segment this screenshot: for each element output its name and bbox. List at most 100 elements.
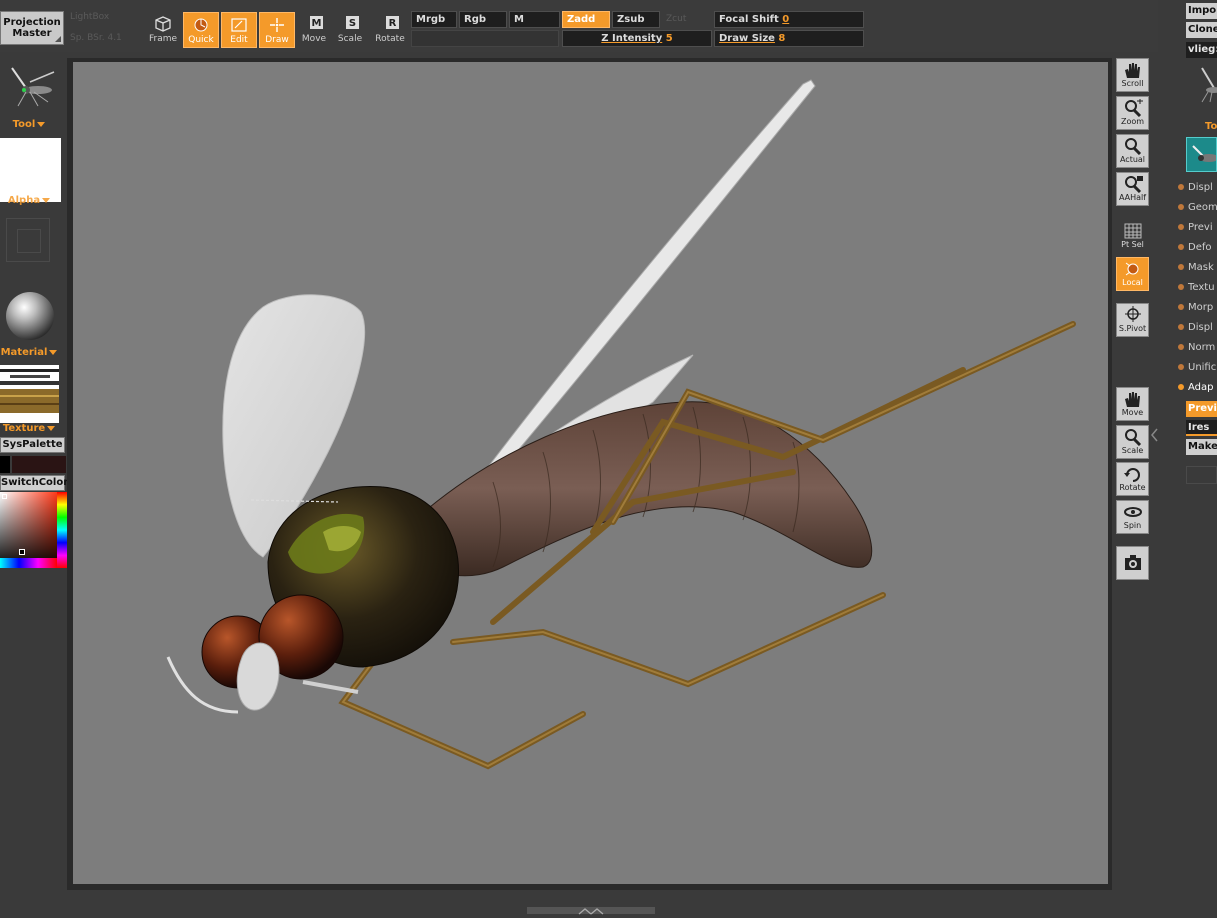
clone-button[interactable]: Clone — [1186, 22, 1217, 38]
alpha-swatch[interactable] — [0, 138, 61, 202]
right-tool-thumbnail[interactable] — [1186, 64, 1217, 106]
active-subtool-thumbnail[interactable] — [1186, 137, 1217, 172]
palette-item-preview[interactable]: Previ — [1178, 221, 1217, 235]
snapshot-button[interactable] — [1116, 546, 1149, 580]
draw-button[interactable]: Draw — [259, 12, 295, 48]
import-button[interactable]: Impo — [1186, 3, 1217, 19]
actual-button[interactable]: Actual — [1116, 134, 1149, 168]
material-menu[interactable]: Material — [0, 347, 58, 358]
panel-collapse-handle[interactable] — [1150, 420, 1158, 450]
m-button[interactable]: M — [509, 11, 560, 28]
focal-shift-slider[interactable]: Focal Shift 0 — [714, 11, 864, 28]
local-button[interactable]: Local — [1116, 257, 1149, 291]
edit-icon — [231, 18, 247, 32]
material-sphere-icon — [6, 292, 54, 340]
syspalette-button[interactable]: SysPalette — [0, 437, 65, 453]
corner-indicator — [55, 36, 61, 42]
z-intensity-value: 5 — [665, 33, 673, 44]
ires-slider[interactable]: Ires — [1186, 420, 1217, 436]
svg-text:R: R — [389, 18, 397, 29]
zadd-button[interactable]: Zadd — [562, 11, 610, 28]
palette-item-unified-skin[interactable]: Unific — [1178, 361, 1217, 375]
chevron-down-icon — [37, 121, 46, 127]
tool-menu[interactable]: Tool — [0, 119, 58, 130]
sv-cursor — [2, 494, 7, 499]
quick-button[interactable]: Quick — [183, 12, 219, 48]
camera-icon — [1124, 555, 1141, 570]
texture-thumbnail[interactable] — [0, 365, 59, 423]
zcut-faint: Zcut — [666, 14, 687, 24]
z-intensity-slider[interactable]: Z Intensity 5 — [562, 30, 712, 47]
bullet-icon — [1178, 204, 1184, 210]
pivot-icon — [1124, 306, 1141, 322]
mosquito-thumbnail-icon — [1201, 67, 1217, 103]
bullet-icon — [1178, 284, 1184, 290]
bullet-icon — [1178, 224, 1184, 230]
color-picker-sv-area[interactable] — [0, 492, 57, 568]
stroke-thumbnail-disabled — [6, 218, 50, 262]
zoom-icon — [1124, 429, 1141, 446]
tool-thumbnail[interactable] — [4, 62, 62, 114]
hand-icon — [1124, 63, 1140, 78]
palette-item-texture[interactable]: Textu — [1178, 281, 1217, 295]
rotate-button[interactable]: R Rotate — [372, 12, 408, 48]
rotate-view-button[interactable]: Rotate — [1116, 462, 1149, 496]
chevron-down-icon — [47, 425, 56, 431]
bullet-icon — [1178, 344, 1184, 350]
palette-item-adaptive-skin[interactable]: Adap — [1178, 381, 1217, 395]
s-pivot-button[interactable]: S.Pivot — [1116, 303, 1149, 337]
texture-menu[interactable]: Texture — [0, 423, 58, 434]
draw-size-slider[interactable]: Draw Size 8 — [714, 30, 864, 47]
tool-name-field[interactable]: vlieg: — [1186, 42, 1217, 58]
alpha-menu[interactable]: Alpha — [0, 195, 58, 206]
draw-size-value: 8 — [778, 33, 786, 44]
rgb-button[interactable]: Rgb — [459, 11, 507, 28]
palette-item-morph[interactable]: Morp — [1178, 301, 1217, 315]
frame-button[interactable]: Frame — [145, 12, 181, 48]
palette-item-displacement[interactable]: Displ — [1178, 321, 1217, 335]
scale-view-button[interactable]: Scale — [1116, 425, 1149, 459]
svg-text:M: M — [312, 18, 322, 29]
zoom-button[interactable]: Zoom — [1116, 96, 1149, 130]
spin-icon — [1123, 507, 1142, 517]
move-button[interactable]: M Move — [296, 12, 332, 48]
lightbox-faint-1: LightBox — [70, 12, 110, 22]
actual-icon — [1124, 138, 1141, 155]
palette-item-deformation[interactable]: Defo — [1178, 241, 1217, 255]
main-color-swatch[interactable] — [0, 456, 10, 473]
hue-bottom-strip — [0, 558, 57, 568]
palette-item-masking[interactable]: Mask — [1178, 261, 1217, 275]
switchcolor-button[interactable]: SwitchColor — [0, 475, 68, 491]
palette-item-display-properties[interactable]: Displ — [1178, 181, 1217, 195]
secondary-color-swatch[interactable] — [12, 456, 66, 473]
palette-item-normal-map[interactable]: Norm — [1178, 341, 1217, 355]
chevron-down-icon — [42, 197, 51, 203]
hue-strip[interactable] — [57, 492, 67, 568]
aahalf-button[interactable]: AAHalf — [1116, 172, 1149, 206]
mrgb-button[interactable]: Mrgb — [411, 11, 457, 28]
quick-icon — [194, 18, 208, 32]
top-toolbar: Projection Master LightBox Sp. BSr. 4.1 … — [0, 0, 1217, 52]
make-adaptive-skin-button[interactable]: Make — [1186, 439, 1217, 455]
move-view-button[interactable]: Move — [1116, 387, 1149, 421]
document-canvas[interactable] — [73, 62, 1108, 884]
scale-button[interactable]: S Scale — [332, 12, 368, 48]
color-picker[interactable] — [0, 492, 67, 568]
aahalf-icon — [1124, 176, 1143, 193]
pt-sel-button[interactable]: Pt Sel — [1116, 220, 1149, 254]
palette-item-geometry[interactable]: Geom — [1178, 201, 1217, 215]
bottom-shelf-handle[interactable] — [527, 907, 655, 915]
preview-button[interactable]: Previ — [1186, 401, 1217, 417]
zsub-button[interactable]: Zsub — [612, 11, 660, 28]
bullet-icon — [1178, 364, 1184, 370]
selected-color-marker — [19, 549, 25, 555]
edit-button[interactable]: Edit — [221, 12, 257, 48]
projection-master-button[interactable]: Projection Master — [0, 11, 64, 45]
mosquito-thumbnail-icon — [11, 67, 55, 107]
svg-text:S: S — [349, 18, 356, 29]
focal-shift-value: 0 — [782, 14, 790, 25]
spin-button[interactable]: Spin — [1116, 500, 1149, 534]
scroll-button[interactable]: Scroll — [1116, 58, 1149, 92]
material-sphere[interactable] — [4, 290, 56, 342]
local-icon — [1125, 262, 1138, 276]
